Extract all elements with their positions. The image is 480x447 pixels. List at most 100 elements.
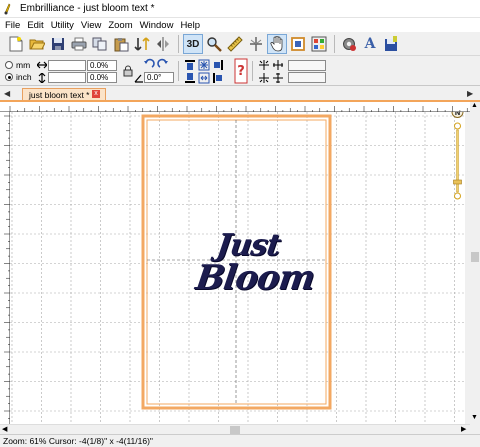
embroidery-text-line2[interactable]: Bloom — [193, 258, 317, 298]
width-arrow-icon — [36, 59, 48, 71]
new-file-icon — [9, 36, 23, 52]
settings-button[interactable] — [339, 34, 359, 54]
inch-radio[interactable] — [5, 73, 13, 81]
menu-bar: File Edit Utility View Zoom Window Help — [0, 18, 480, 32]
color-chart-button[interactable] — [309, 34, 329, 54]
svg-text:N: N — [455, 112, 461, 117]
open-folder-icon — [29, 39, 45, 50]
horizontal-scroll-thumb[interactable] — [230, 426, 240, 434]
menu-view[interactable]: View — [79, 20, 106, 31]
menu-window[interactable]: Window — [138, 20, 179, 31]
main-toolbar: 3D A — [0, 33, 480, 56]
menu-file[interactable]: File — [3, 20, 25, 31]
vertical-scroll-thumb[interactable] — [471, 252, 479, 262]
zoom-slider-control[interactable]: N — [450, 112, 465, 204]
select-button[interactable] — [267, 34, 287, 54]
hoop-button[interactable] — [288, 34, 308, 54]
align-bottom-icon[interactable] — [184, 72, 196, 84]
window-title: Embrilliance - just bloom text * — [20, 3, 155, 14]
hoop-icon — [291, 37, 305, 51]
save-disk-button[interactable] — [381, 34, 401, 54]
scroll-left-icon[interactable]: ◀ — [2, 425, 7, 433]
align-center-icon[interactable] — [198, 59, 210, 71]
help-icon[interactable]: ? — [234, 58, 248, 84]
space-top-icon[interactable] — [258, 59, 270, 71]
inch-option[interactable]: inch — [5, 72, 32, 82]
settings-icon — [343, 38, 356, 51]
scroll-down-icon[interactable]: ▼ — [471, 414, 478, 421]
property-toolbar: mm inch 0.0% 0.0% 0.0° ? — [0, 57, 480, 86]
ruler-icon — [227, 36, 243, 52]
new-file-button[interactable] — [6, 34, 26, 54]
tab-scroll-right-icon[interactable]: ▶ — [467, 89, 473, 98]
space-vertical-icon[interactable] — [272, 72, 284, 84]
print-button[interactable] — [69, 34, 89, 54]
space-horizontal-icon[interactable] — [272, 59, 284, 71]
color-chart-icon — [311, 36, 327, 52]
3d-view-button[interactable]: 3D — [183, 34, 203, 54]
mirror-icon — [157, 37, 169, 51]
magnify-icon — [207, 37, 222, 52]
app-icon — [4, 2, 11, 14]
horizontal-ruler — [0, 102, 470, 112]
close-tab-icon[interactable]: x — [92, 90, 100, 98]
paste-icon — [114, 37, 129, 51]
height-arrow-icon — [36, 72, 48, 84]
mirror-button[interactable] — [153, 34, 173, 54]
magnify-button[interactable] — [204, 34, 224, 54]
menu-help[interactable]: Help — [178, 20, 205, 31]
scroll-up-icon[interactable]: ▲ — [471, 102, 478, 109]
toolbar-separator — [178, 35, 179, 53]
menu-zoom[interactable]: Zoom — [106, 20, 137, 31]
design-canvas[interactable]: Just Bloom N — [10, 112, 465, 424]
horizontal-scrollbar[interactable]: ◀ ▶ — [0, 424, 470, 434]
needle-button[interactable] — [246, 34, 266, 54]
tab-label: just bloom text * — [29, 90, 90, 100]
save-button[interactable] — [48, 34, 68, 54]
spacing-input-2[interactable] — [288, 72, 326, 83]
save-disk-icon — [385, 36, 397, 51]
copy-icon — [92, 37, 107, 51]
inch-label: inch — [16, 72, 32, 82]
space-bottom-icon[interactable] — [258, 72, 270, 84]
toolbar-separator — [252, 61, 253, 81]
distribute-icon[interactable] — [198, 72, 210, 84]
print-icon — [71, 37, 87, 51]
height-percent-input[interactable]: 0.0% — [87, 72, 117, 83]
title-bar: Embrilliance - just bloom text * — [0, 0, 480, 18]
rotate-input[interactable]: 0.0° — [144, 72, 174, 83]
mm-option[interactable]: mm — [5, 60, 30, 70]
tab-scroll-left-icon[interactable]: ◀ — [4, 89, 10, 98]
stitch-order-button[interactable] — [132, 34, 152, 54]
save-icon — [52, 38, 64, 50]
width-percent-input[interactable]: 0.0% — [87, 60, 117, 71]
menu-edit[interactable]: Edit — [25, 20, 48, 31]
align-right-icon[interactable] — [212, 59, 224, 71]
vertical-ruler — [0, 112, 10, 424]
document-tab-strip: ◀ ▶ just bloom text * x — [0, 87, 480, 101]
3d-view-label: 3D — [186, 38, 200, 50]
width-input[interactable] — [48, 60, 86, 71]
scroll-right-icon[interactable]: ▶ — [461, 425, 466, 433]
select-hand-icon — [270, 36, 283, 52]
spacing-input[interactable] — [288, 60, 326, 71]
vertical-scrollbar[interactable]: ▲ ▼ — [470, 102, 480, 424]
rotate-right-icon[interactable] — [157, 58, 169, 70]
needle-icon — [250, 37, 262, 51]
toolbar-separator — [334, 35, 335, 53]
text-tool-icon: A — [364, 36, 376, 52]
align-left-icon[interactable] — [212, 72, 224, 84]
menu-utility[interactable]: Utility — [49, 20, 79, 31]
copy-button[interactable] — [90, 34, 110, 54]
align-top-icon[interactable] — [184, 59, 196, 71]
mm-radio[interactable] — [5, 61, 13, 69]
ruler-button[interactable] — [225, 34, 245, 54]
text-tool-button[interactable]: A — [360, 34, 380, 54]
stitch-order-icon — [134, 37, 150, 51]
rotate-left-icon[interactable] — [143, 58, 155, 70]
mm-label: mm — [16, 60, 31, 70]
height-input[interactable] — [48, 72, 86, 83]
status-bar: Zoom: 61% Cursor: -4(1/8)" x -4(11/16)" — [0, 434, 480, 446]
open-button[interactable] — [27, 34, 47, 54]
paste-button[interactable] — [111, 34, 131, 54]
